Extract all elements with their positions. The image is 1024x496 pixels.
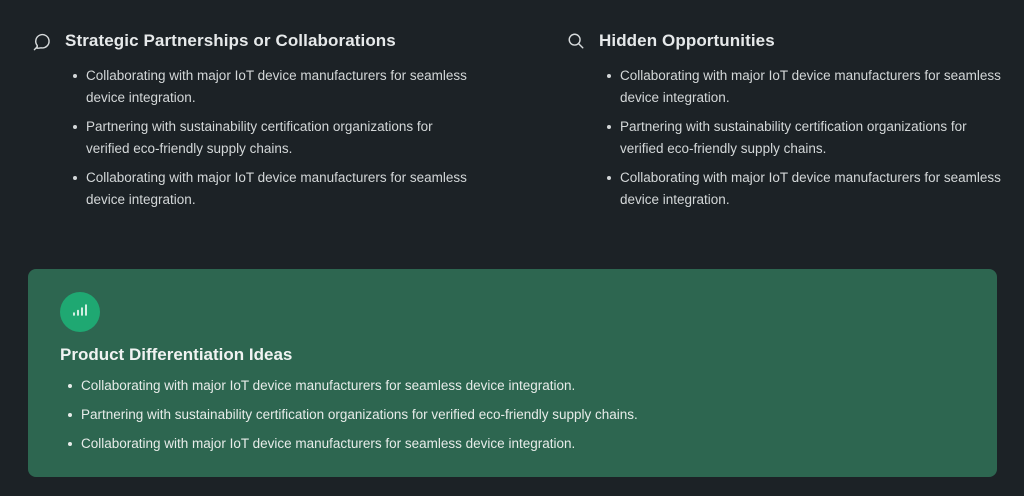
differentiation-card: Product Differentiation Ideas Collaborat…: [28, 269, 997, 477]
partnerships-section: Strategic Partnerships or Collaborations…: [32, 28, 472, 218]
differentiation-title: Product Differentiation Ideas: [60, 345, 293, 364]
list-item: Collaborating with major IoT device manu…: [60, 375, 638, 397]
partnerships-title: Strategic Partnerships or Collaborations: [65, 31, 396, 50]
opportunities-list: Collaborating with major IoT device manu…: [566, 65, 1006, 211]
partnerships-list: Collaborating with major IoT device manu…: [32, 65, 472, 211]
list-item: Collaborating with major IoT device manu…: [604, 65, 1006, 109]
opportunities-section: Hidden Opportunities Collaborating with …: [566, 28, 1006, 218]
search-icon: [566, 31, 586, 51]
list-item: Collaborating with major IoT device manu…: [70, 167, 472, 211]
signal-bars-icon: [70, 300, 90, 325]
opportunities-header: Hidden Opportunities: [566, 28, 1006, 54]
list-item: Collaborating with major IoT device manu…: [604, 167, 1006, 211]
chat-bubble-icon: [32, 31, 52, 51]
list-item: Partnering with sustainability certifica…: [70, 116, 472, 160]
signal-bars-badge: [60, 292, 100, 332]
list-item: Collaborating with major IoT device manu…: [70, 65, 472, 109]
partnerships-header: Strategic Partnerships or Collaborations: [32, 28, 472, 54]
list-item: Partnering with sustainability certifica…: [60, 404, 638, 426]
list-item: Collaborating with major IoT device manu…: [60, 433, 638, 455]
differentiation-list: Collaborating with major IoT device manu…: [60, 375, 638, 462]
opportunities-title: Hidden Opportunities: [599, 31, 775, 50]
list-item: Partnering with sustainability certifica…: [604, 116, 1006, 160]
